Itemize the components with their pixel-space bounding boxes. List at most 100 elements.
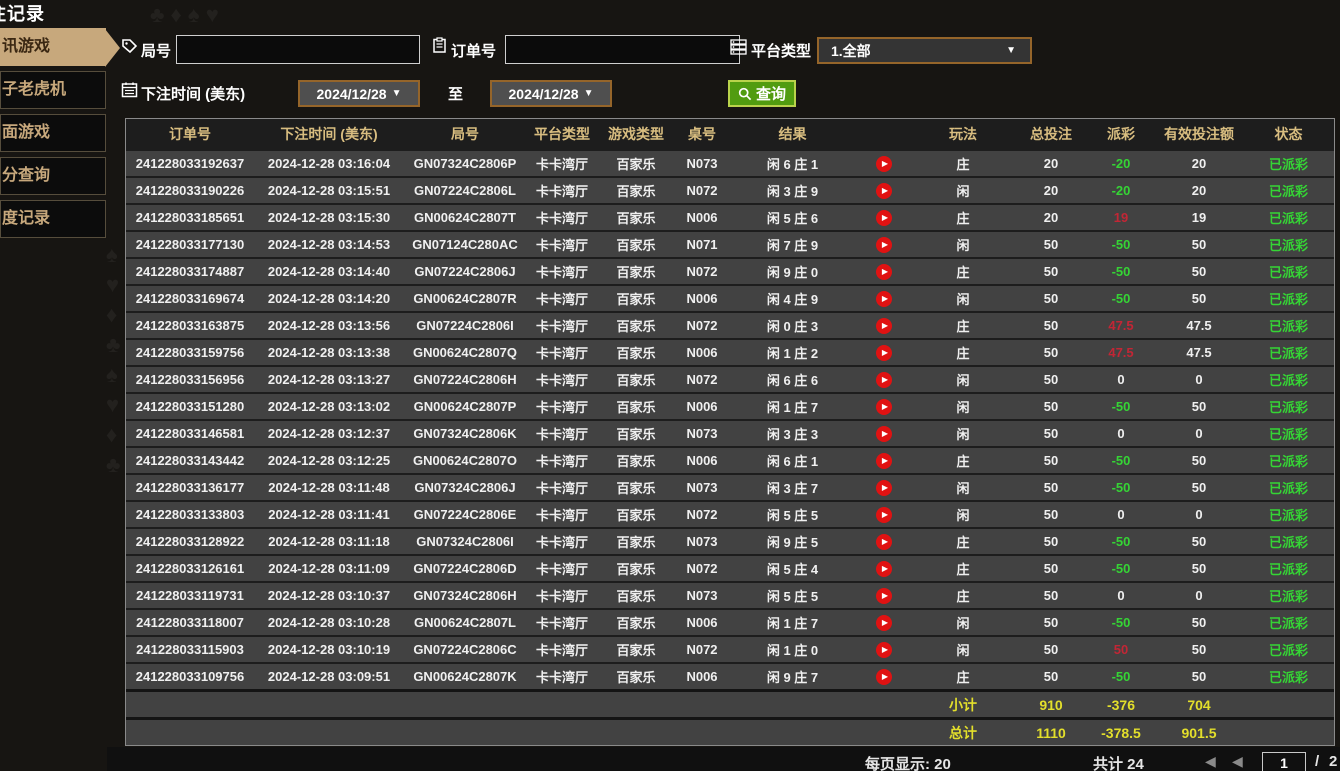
round-id-input[interactable] <box>176 35 420 64</box>
cell-result: 闲 3 庄 7 <box>766 481 819 496</box>
replay-button[interactable]: ▶ <box>876 209 892 226</box>
grandtotal-payout: -378.5 <box>1101 724 1141 741</box>
cell-bet-time: 2024-12-28 03:14:20 <box>267 291 391 306</box>
cell-bet-on: 庄 <box>956 265 970 280</box>
replay-button[interactable]: ▶ <box>876 290 892 307</box>
selected-arrow-icon <box>105 29 120 67</box>
cell-table-no: N072 <box>686 183 718 198</box>
cell-order-id: 241228033192637 <box>135 156 245 171</box>
cell-total-bet: 50 <box>1043 237 1059 252</box>
col-header-result: 结果 <box>778 126 807 142</box>
replay-button[interactable]: ▶ <box>876 587 892 604</box>
cell-platform: 卡卡湾厅 <box>535 238 588 253</box>
order-id-label: 订单号 <box>451 43 497 60</box>
cell-status: 已派彩 <box>1268 535 1308 550</box>
search-button[interactable]: 查询 <box>728 80 797 107</box>
cell-game-type: 百家乐 <box>616 481 656 496</box>
cell-result: 闲 1 庄 0 <box>766 643 819 658</box>
replay-button[interactable]: ▶ <box>876 668 892 685</box>
order-id-input[interactable] <box>505 35 740 64</box>
sidebar-item-credit-records[interactable]: 度记录 <box>0 200 106 238</box>
date-from-select[interactable]: 2024/12/28 ▼ <box>298 80 420 107</box>
col-header-total-bet: 总投注 <box>1030 126 1072 142</box>
replay-button[interactable]: ▶ <box>876 641 892 658</box>
table-header-row: 订单号 下注时间 (美东) 局号 平台类型 游戏类型 桌号 结果 玩法 总投注 … <box>126 119 1334 149</box>
grandtotal-row: 总计 1110 -378.5 901.5 <box>126 717 1334 745</box>
cell-result: 闲 5 庄 6 <box>766 211 819 226</box>
replay-button[interactable]: ▶ <box>876 155 892 172</box>
replay-button[interactable]: ▶ <box>876 614 892 631</box>
replay-button[interactable]: ▶ <box>876 317 892 334</box>
cell-platform: 卡卡湾厅 <box>535 184 588 199</box>
cell-order-id: 241228033109756 <box>135 669 245 684</box>
cell-replay: ▶ <box>855 371 913 388</box>
cell-bet-on: 庄 <box>956 346 970 361</box>
date-to-select[interactable]: 2024/12/28 ▼ <box>490 80 612 107</box>
replay-button[interactable]: ▶ <box>876 506 892 523</box>
replay-button[interactable]: ▶ <box>876 425 892 442</box>
sidebar-item-table-games[interactable]: 面游戏 <box>0 114 106 152</box>
cell-round-id: GN07224C2806L <box>414 183 516 198</box>
replay-button[interactable]: ▶ <box>876 533 892 550</box>
prev-page-button[interactable]: ◀ <box>1232 753 1243 770</box>
cell-valid-bet: 0 <box>1195 426 1203 441</box>
sidebar: 讯游戏 子老虎机 面游戏 分查询 度记录 <box>0 28 120 243</box>
cell-order-id: 241228033174887 <box>135 264 245 279</box>
cell-bet-on: 闲 <box>956 373 970 388</box>
cell-status: 已派彩 <box>1268 184 1308 199</box>
col-header-game-type: 游戏类型 <box>608 126 664 142</box>
replay-button[interactable]: ▶ <box>876 236 892 253</box>
replay-button[interactable]: ▶ <box>876 344 892 361</box>
cell-order-id: 241228033119731 <box>136 588 244 603</box>
cell-platform: 卡卡湾厅 <box>535 319 588 334</box>
cell-order-id: 241228033156956 <box>135 372 245 387</box>
table-row: 241228033151280 2024-12-28 03:13:02 GN00… <box>126 392 1334 419</box>
replay-button[interactable]: ▶ <box>876 452 892 469</box>
col-header-order-id: 订单号 <box>169 126 211 142</box>
cell-result: 闲 4 庄 9 <box>766 292 819 307</box>
cell-game-type: 百家乐 <box>616 670 656 685</box>
replay-button[interactable]: ▶ <box>876 182 892 199</box>
cell-table-no: N006 <box>686 453 718 468</box>
search-icon <box>738 87 752 100</box>
cell-game-type: 百家乐 <box>616 319 656 334</box>
cell-order-id: 241228033133803 <box>135 507 245 522</box>
cell-replay: ▶ <box>855 425 913 442</box>
sidebar-item-label: 讯游戏 <box>2 38 51 55</box>
cell-round-id: GN07224C2806D <box>413 561 517 576</box>
cell-round-id: GN00624C2807K <box>413 669 517 684</box>
play-icon: ▶ <box>881 374 889 384</box>
replay-button[interactable]: ▶ <box>876 371 892 388</box>
cell-round-id: GN07324C2806I <box>416 534 514 549</box>
cell-result: 闲 1 庄 2 <box>766 346 819 361</box>
cell-replay: ▶ <box>855 155 913 172</box>
sidebar-item-slots[interactable]: 子老虎机 <box>0 71 106 109</box>
cell-bet-on: 闲 <box>956 508 970 523</box>
play-icon: ▶ <box>881 536 889 546</box>
sidebar-item-live-games[interactable]: 讯游戏 <box>0 28 120 67</box>
first-page-button[interactable]: ◀ <box>1205 753 1216 770</box>
cell-table-no: N006 <box>686 291 718 306</box>
cell-payout: -50 <box>1111 615 1131 630</box>
cell-payout: -50 <box>1111 669 1131 684</box>
cell-payout: -50 <box>1111 237 1131 252</box>
cell-bet-time: 2024-12-28 03:11:09 <box>268 561 390 576</box>
cell-round-id: GN00624C2807P <box>413 399 517 414</box>
cell-order-id: 241228033185651 <box>135 210 245 225</box>
cell-valid-bet: 50 <box>1191 615 1207 630</box>
cell-valid-bet: 47.5 <box>1186 318 1212 333</box>
cell-table-no: N072 <box>686 318 718 333</box>
replay-button[interactable]: ▶ <box>876 479 892 496</box>
cell-table-no: N073 <box>686 156 718 171</box>
replay-button[interactable]: ▶ <box>876 398 892 415</box>
cell-valid-bet: 20 <box>1191 156 1207 171</box>
table-row: 241228033118007 2024-12-28 03:10:28 GN00… <box>126 608 1334 635</box>
cell-game-type: 百家乐 <box>616 373 656 388</box>
page-number-input[interactable]: 1 <box>1262 752 1306 771</box>
replay-button[interactable]: ▶ <box>876 263 892 280</box>
platform-type-select[interactable]: 1.全部 ▼ <box>817 37 1032 64</box>
col-header-bet-time: 下注时间 (美东) <box>280 126 378 142</box>
cell-bet-time: 2024-12-28 03:13:38 <box>267 345 391 360</box>
sidebar-item-points-query[interactable]: 分查询 <box>0 157 106 195</box>
replay-button[interactable]: ▶ <box>876 560 892 577</box>
